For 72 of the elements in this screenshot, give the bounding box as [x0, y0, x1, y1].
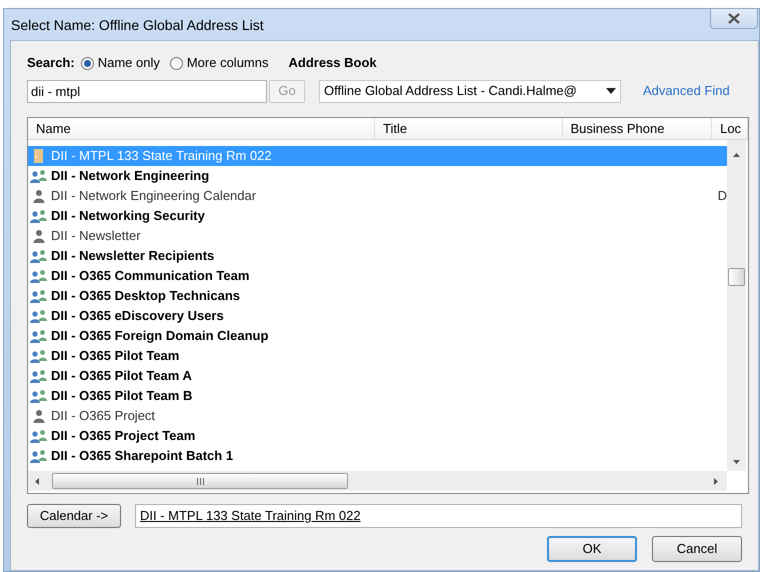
contact-row[interactable]: DII - Networking Security: [28, 206, 727, 226]
group-icon: [30, 369, 48, 383]
contact-name: DII - O365 Project Team: [51, 427, 196, 446]
contact-row[interactable]: DII - O365 Project Team: [28, 426, 727, 446]
contact-row[interactable]: DII - O365 Desktop Technicans: [28, 286, 727, 306]
column-header[interactable]: Loc: [720, 119, 742, 139]
contact-name: DII - Newsletter: [51, 227, 142, 246]
column-header[interactable]: Business Phone: [570, 119, 664, 139]
group-icon: [30, 429, 48, 443]
grip-icon: [196, 478, 204, 484]
group-icon: [30, 169, 48, 183]
contact-name: DII - O365 Foreign Domain Cleanup: [51, 327, 270, 346]
group-icon: [30, 309, 48, 323]
scroll-down-icon[interactable]: [733, 460, 740, 464]
contact-row[interactable]: DII - O365 Foreign Domain Cleanup: [28, 326, 727, 346]
contact-row[interactable]: DII - O365 Project: [28, 406, 727, 426]
contact-name: DII - O365 Pilot Team A: [51, 367, 193, 386]
search-option[interactable]: More columns: [170, 53, 268, 73]
advanced-find-link[interactable]: Advanced Find: [643, 81, 730, 101]
contact-row[interactable]: DII - O365 eDiscovery Users: [28, 306, 727, 326]
contact-row[interactable]: DII - O365 Sharepoint Batch 1: [28, 446, 727, 466]
contact-name: DII - O365 Pilot Team B: [51, 387, 194, 406]
contact-row[interactable]: DII - Network Engineering Calendar D: [28, 186, 727, 206]
search-option[interactable]: Name only: [80, 53, 160, 73]
address-book-label: Address Book: [288, 54, 377, 72]
calendar-button[interactable]: Calendar ->: [27, 504, 121, 528]
caret-icon: [606, 88, 616, 94]
contact-row[interactable]: DII - O365 Pilot Team A: [28, 366, 727, 386]
recipient-field[interactable]: DII - MTPL 133 State Training Rm 022: [135, 504, 742, 528]
contact-row[interactable]: DII - O365 Pilot Team B: [28, 386, 727, 406]
group-icon: [30, 389, 48, 403]
contact-row[interactable]: DII - Newsletter Recipients: [28, 246, 727, 266]
contact-name: DII - MTPL 133 State Training Rm 022: [51, 147, 273, 166]
group-icon: [30, 449, 48, 463]
contact-name: DII - Networking Security: [51, 207, 206, 226]
contact-row[interactable]: DII - Newsletter: [28, 226, 727, 246]
vertical-scrollbar[interactable]: [727, 140, 746, 471]
contact-name: DII - O365 Sharepoint Batch 1: [51, 447, 234, 466]
contact-name: DII - O365 Desktop Technicans: [51, 287, 242, 306]
column-header[interactable]: Name: [36, 119, 71, 139]
contact-row[interactable]: DII - O365 Communication Team: [28, 266, 727, 286]
contact-name: DII - O365 Pilot Team: [51, 347, 180, 366]
location-cell-text: D: [718, 187, 727, 206]
scroll-left-icon[interactable]: [35, 478, 39, 485]
close-icon: [728, 13, 740, 24]
scrollbar-thumb[interactable]: [52, 473, 348, 489]
group-icon: [30, 329, 48, 343]
contact-row[interactable]: DII - Network Engineering: [28, 166, 727, 186]
scrollbar-thumb[interactable]: [728, 268, 745, 286]
column-header[interactable]: Title: [383, 119, 408, 139]
group-icon: [30, 289, 48, 303]
dialog-button[interactable]: Cancel: [652, 536, 742, 562]
contact-name: DII - Network Engineering Calendar: [50, 187, 258, 206]
dialog-button[interactable]: OK: [547, 536, 637, 562]
window-title: Select Name: Offline Global Address List: [10, 16, 265, 35]
scroll-up-icon[interactable]: [733, 153, 740, 157]
contact-name: DII - O365 Project: [51, 407, 156, 426]
close-button[interactable]: [710, 9, 758, 29]
contact-row[interactable]: DII - O365 Pilot Team: [28, 346, 727, 366]
search-label: Search:: [27, 54, 75, 72]
contact-name: DII - Newsletter Recipients: [51, 247, 216, 266]
contact-name: DII - Network Engineering: [51, 167, 210, 186]
address-book-dropdown[interactable]: Offline Global Address List - Candi.Halme@: [319, 80, 621, 102]
contact-name: DII - O365 Communication Team: [51, 267, 250, 286]
horizontal-scrollbar[interactable]: [28, 471, 727, 491]
search-field[interactable]: dii - mtpl: [27, 80, 267, 102]
group-icon: [30, 249, 48, 263]
scroll-right-icon[interactable]: [714, 478, 718, 485]
group-icon: [30, 269, 48, 283]
group-icon: [30, 209, 48, 223]
contact-name: DII - O365 eDiscovery Users: [51, 307, 225, 326]
group-icon: [30, 349, 48, 363]
